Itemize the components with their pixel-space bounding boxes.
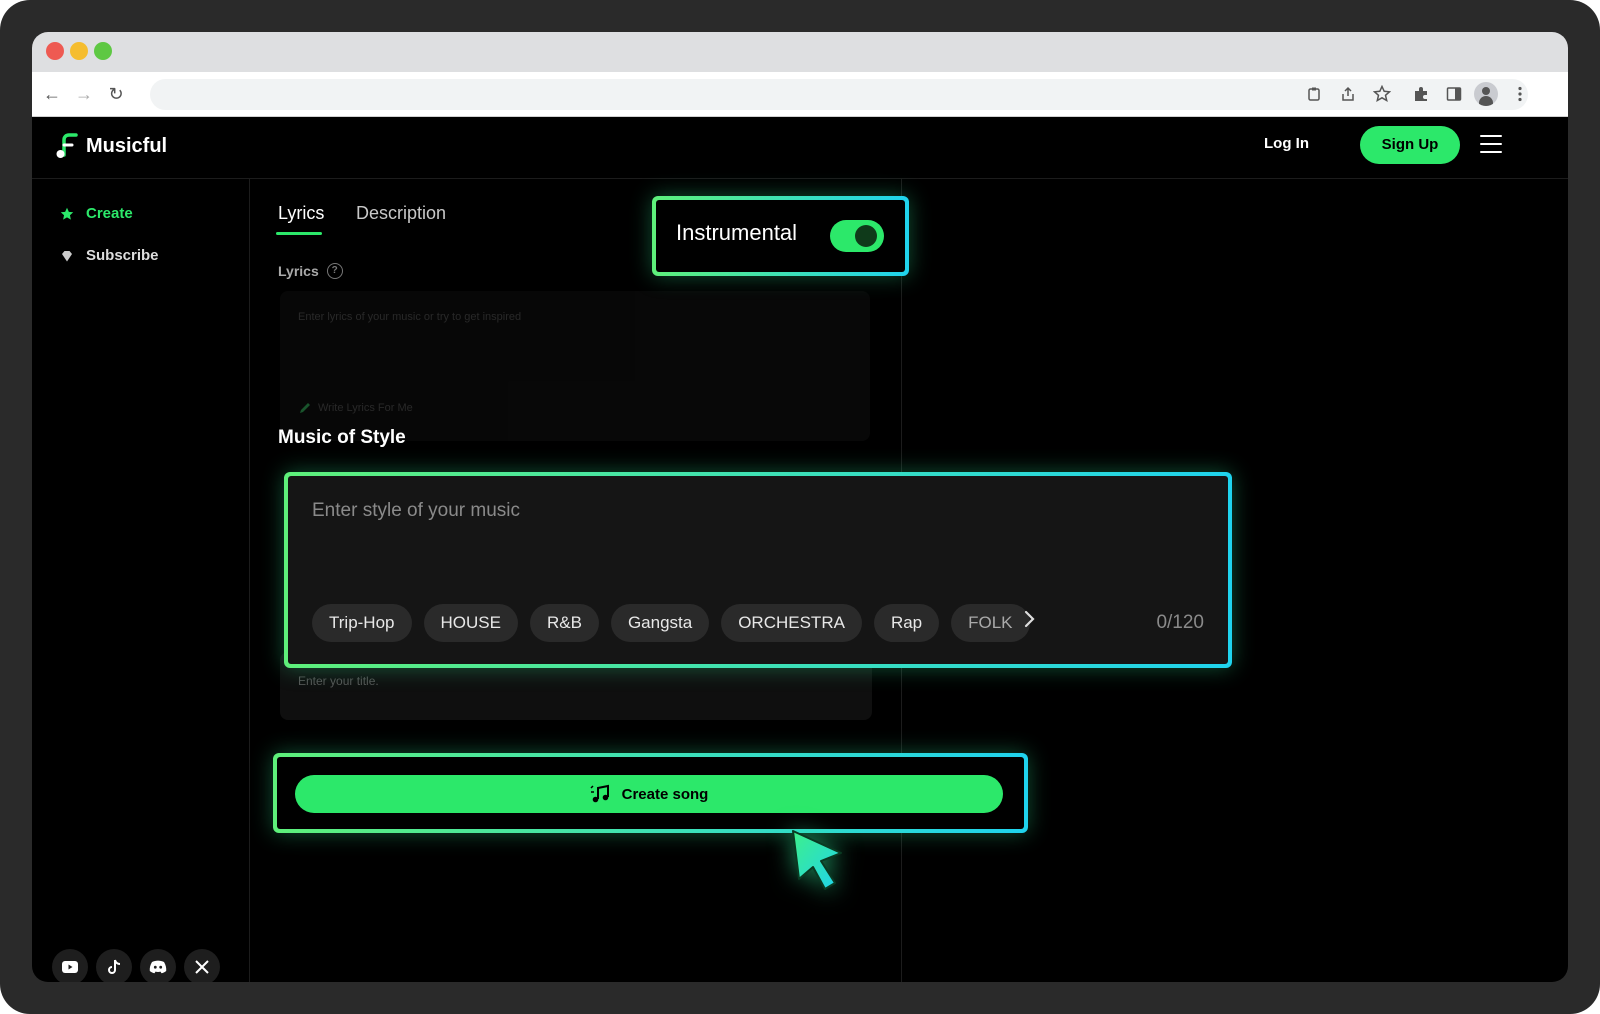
x-icon[interactable] (184, 949, 220, 982)
browser-window: ← → ↻ Musicful Log In Sign Up Create Sub… (32, 32, 1568, 982)
hamburger-menu-icon[interactable] (1480, 135, 1502, 155)
tiktok-icon[interactable] (96, 949, 132, 982)
instrumental-label: Instrumental (676, 220, 798, 245)
sidebar-item-subscribe[interactable]: Subscribe (60, 247, 159, 264)
bookmark-star-icon[interactable] (1370, 82, 1394, 106)
chevron-right-icon[interactable] (1024, 610, 1036, 633)
create-song-button[interactable]: Create song (295, 775, 1003, 813)
character-counter: 0/120 (1156, 612, 1204, 633)
signup-button[interactable]: Sign Up (1360, 126, 1460, 164)
sidebar: Create Subscribe (32, 179, 250, 982)
brand-logo[interactable]: Musicful (54, 133, 167, 159)
login-button[interactable]: Log In (1264, 135, 1309, 152)
browser-toolbar: ← → ↻ (32, 72, 1568, 117)
instrumental-toggle[interactable] (830, 220, 884, 252)
toggle-knob (855, 225, 877, 247)
style-chip[interactable]: R&B (529, 604, 599, 642)
star-icon (60, 207, 74, 220)
kebab-menu-icon[interactable] (1508, 82, 1532, 106)
style-placeholder: Enter style of your music (312, 500, 521, 521)
app-header: Musicful Log In Sign Up (32, 117, 1568, 179)
youtube-icon[interactable] (52, 949, 88, 982)
browser-tab-bar (32, 32, 1568, 72)
maximize-window-button[interactable] (94, 42, 112, 60)
brand-name: Musicful (86, 134, 168, 157)
pencil-icon (300, 403, 310, 413)
create-song-card: Create song (273, 753, 1028, 833)
style-chip[interactable]: Rap (873, 604, 940, 642)
side-panel-icon[interactable] (1442, 82, 1466, 106)
style-chip[interactable]: Trip-Hop (312, 604, 412, 642)
reload-icon[interactable]: ↻ (104, 82, 128, 106)
help-icon[interactable]: ? (326, 263, 343, 279)
social-links (52, 949, 220, 982)
sidebar-item-label: Create (86, 205, 133, 222)
tab-description[interactable]: Description (356, 203, 446, 224)
music-style-heading: Music of Style (278, 427, 406, 448)
style-chip-list: Trip-Hop HOUSE R&B Gangsta ORCHESTRA Rap… (312, 604, 1030, 642)
lyrics-field-label: Lyrics ? (278, 263, 343, 279)
discord-icon[interactable] (140, 949, 176, 982)
cursor-pointer-icon (792, 830, 842, 890)
gem-icon (62, 250, 72, 261)
style-chip[interactable]: HOUSE (423, 604, 518, 642)
close-window-button[interactable] (46, 42, 64, 60)
device-frame: ← → ↻ Musicful Log In Sign Up Create Sub… (0, 0, 1600, 1014)
musicful-logo-icon (56, 133, 78, 158)
extensions-puzzle-icon[interactable] (1409, 82, 1433, 106)
profile-avatar-icon[interactable] (1474, 82, 1498, 106)
music-style-input[interactable]: Enter style of your music Trip-Hop HOUSE… (288, 476, 1228, 664)
back-arrow-icon[interactable]: ← (40, 82, 64, 106)
lyrics-label-text: Lyrics (278, 263, 319, 279)
style-chip[interactable]: FOLK (951, 604, 1030, 642)
write-lyrics-label: Write Lyrics For Me (318, 402, 413, 414)
lyrics-input[interactable]: Enter lyrics of your music or try to get… (280, 291, 870, 441)
forward-arrow-icon[interactable]: → (72, 82, 96, 106)
music-style-card: Enter style of your music Trip-Hop HOUSE… (284, 472, 1232, 668)
style-chip[interactable]: ORCHESTRA (721, 604, 862, 642)
style-chip[interactable]: Gangsta (610, 604, 710, 642)
music-note-icon (590, 784, 609, 803)
minimize-window-button[interactable] (70, 42, 88, 60)
create-song-label: Create song (621, 785, 709, 803)
lyrics-placeholder: Enter lyrics of your music or try to get… (298, 311, 522, 323)
clipboard-icon[interactable] (1302, 82, 1326, 106)
share-icon[interactable] (1336, 82, 1360, 106)
instrumental-toggle-card: Instrumental (652, 196, 909, 276)
active-tab-indicator (276, 232, 322, 235)
write-lyrics-button[interactable]: Write Lyrics For Me (298, 401, 413, 415)
sidebar-item-create[interactable]: Create (60, 205, 133, 222)
tab-lyrics[interactable]: Lyrics (278, 203, 324, 224)
title-placeholder: Enter your title. (298, 674, 379, 688)
sidebar-item-label: Subscribe (86, 247, 159, 264)
